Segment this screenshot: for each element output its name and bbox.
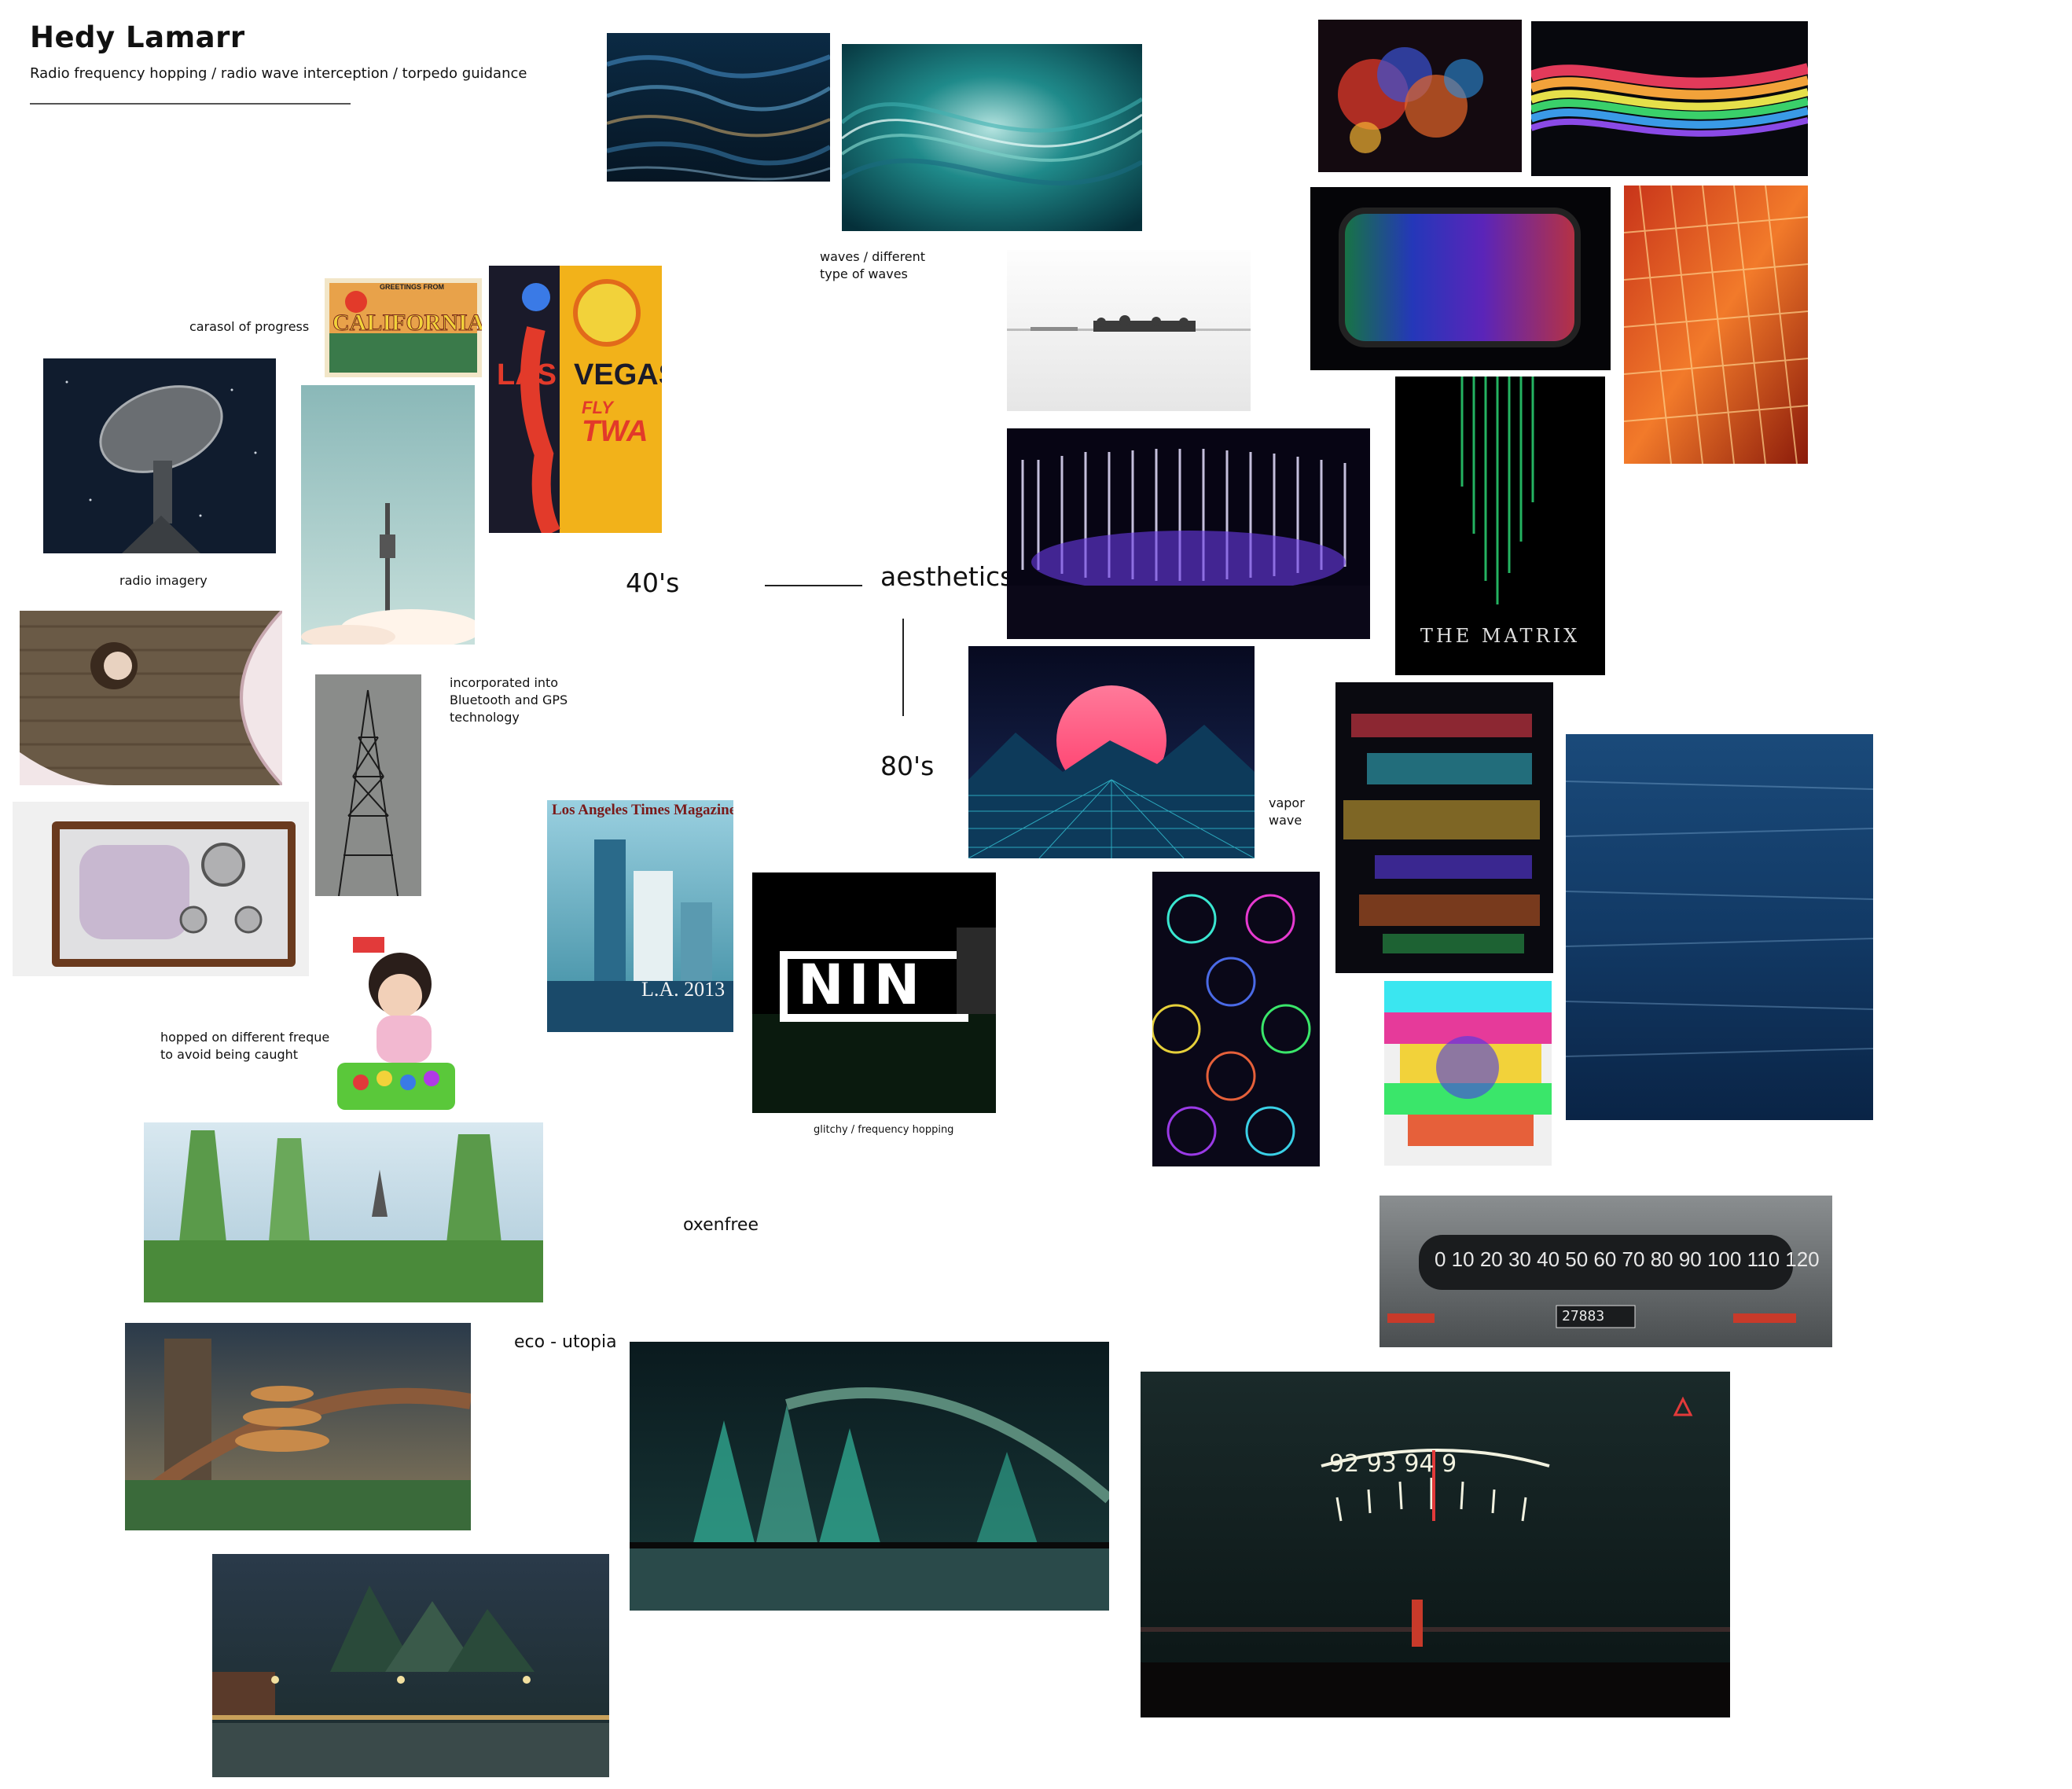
dial-odometer: 27883 (1562, 1308, 1605, 1324)
poster-twa: TWA (582, 415, 648, 448)
oxenfree-radio-scene: 92 93 94 9 (1141, 1372, 1730, 1717)
label-radio-imagery: radio imagery (119, 573, 208, 588)
satellite-dish-photo (43, 358, 276, 553)
bokeh-lights-photo (1318, 20, 1522, 172)
vaporwave-sunset-image (968, 646, 1255, 858)
connector-aesthetics-80s (902, 619, 904, 716)
misty-lake-photo (1007, 250, 1251, 411)
solarpunk-city-illustration (125, 1323, 471, 1530)
label-hopped: hopped on different frequer to avoid bei… (160, 1030, 335, 1062)
magazine-title: L.A. 2013 (641, 978, 726, 1001)
title-underline (30, 103, 351, 105)
label-carousel: carasol of progress (189, 319, 310, 334)
label-oxenfree: oxenfree (683, 1215, 759, 1235)
kaleidoscope-lights-photo (1152, 872, 1320, 1166)
magazine-masthead: Los Angeles Times Magazine (552, 802, 733, 818)
swirl-waves-photo (842, 44, 1142, 231)
las-vegas-twa-poster: LAS VEGAS FLY TWA (489, 266, 662, 533)
concert-lights-photo (1007, 428, 1370, 639)
rgb-glitch-photo (1335, 682, 1553, 973)
led-speaker-photo (1310, 187, 1611, 370)
label-eco-utopia: eco - utopia (514, 1332, 617, 1352)
matrix-title: THE MATRIX (1420, 625, 1581, 647)
colorful-glitch-photo (1384, 981, 1552, 1166)
retro-radio-photo (13, 802, 309, 976)
board-subtitle: Radio frequency hopping / radio wave int… (30, 65, 527, 82)
matrix-poster: THE MATRIX (1395, 377, 1605, 675)
orange-grid-light-photo (1624, 186, 1808, 464)
blue-static-texture (1566, 734, 1873, 1120)
dial-scale: 0 10 20 30 40 50 60 70 80 90 100 110 120 (1435, 1247, 1820, 1271)
moodboard-canvas: Hedy Lamarr Radio frequency hopping / ra… (0, 0, 2072, 1789)
poster-vegas: VEGAS (574, 358, 662, 391)
label-bluetooth: incorporated into Bluetooth and GPS tech… (450, 675, 568, 725)
radio-tower-sky-photo (301, 385, 475, 645)
board-title: Hedy Lamarr (30, 20, 245, 54)
rainbow-light-photo (1531, 21, 1808, 176)
postcard-greeting: GREETINGS FROM (380, 283, 445, 291)
label-glitchy: glitchy / frequency hopping (814, 1124, 954, 1136)
nin-glitch-logo: NIN (752, 872, 996, 1113)
label-vapor-wave: vapor wave (1269, 795, 1305, 828)
car-radio-dial-photo: 0 10 20 30 40 50 60 70 80 90 100 110 120… (1379, 1196, 1832, 1347)
connector-40s-aesthetics (765, 585, 862, 586)
label-waves: waves / different type of waves (820, 249, 926, 281)
ocean-waves-photo (607, 33, 830, 182)
eco-city-render (144, 1122, 543, 1302)
california-postcard: GREETINGS FROM CALIFORNIA (325, 278, 482, 377)
vintage-radio-dial-photo (20, 611, 282, 785)
nin-logo-text: NIN (798, 953, 925, 1017)
oxenfree-forest-bridge-scene (630, 1342, 1109, 1611)
label-aesthetics: aesthetics (880, 561, 1014, 592)
label-80s: 80's (880, 751, 935, 781)
lattice-tower-photo (315, 674, 421, 896)
poster-las: LAS (497, 358, 557, 391)
la-times-magazine-cover: Los Angeles Times Magazine L.A. 2013 (547, 800, 733, 1032)
label-40s: 40's (626, 568, 680, 598)
child-whack-toy-photo (329, 921, 514, 1113)
oxenfree-dock-scene (212, 1554, 609, 1777)
postcard-title: CALIFORNIA (332, 310, 482, 336)
oxenfree-dial-numbers: 92 93 94 9 (1329, 1450, 1457, 1478)
